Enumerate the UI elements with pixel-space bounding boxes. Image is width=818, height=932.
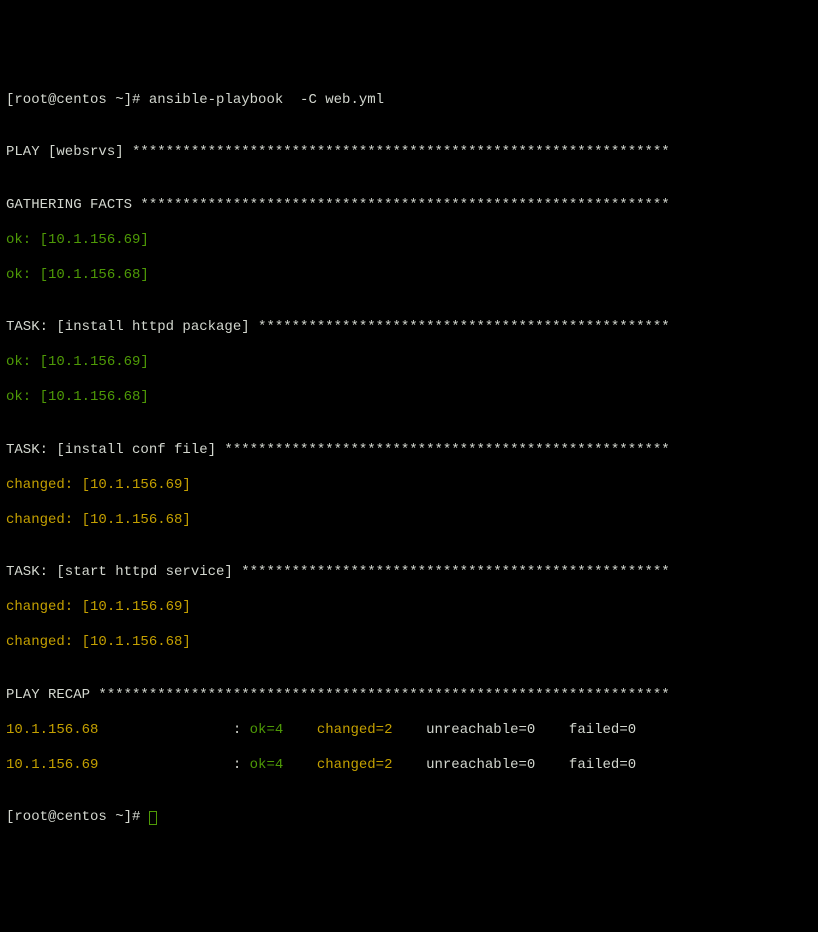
shell-prompt: [root@centos ~]# bbox=[6, 92, 149, 108]
recap-ok: ok=4 bbox=[250, 757, 309, 773]
recap-ok: ok=4 bbox=[250, 722, 309, 738]
prompt-line[interactable]: [root@centos ~]# bbox=[6, 809, 812, 827]
recap-row: 10.1.156.69 : ok=4 changed=2 unreachable… bbox=[6, 757, 812, 775]
ok-result: ok: [10.1.156.68] bbox=[6, 389, 812, 407]
gathering-facts-header: GATHERING FACTS ************************… bbox=[6, 197, 812, 215]
command-line: [root@centos ~]# ansible-playbook -C web… bbox=[6, 92, 812, 110]
recap-colon: : bbox=[224, 722, 249, 738]
recap-rest: unreachable=0 failed=0 bbox=[418, 757, 662, 773]
recap-colon: : bbox=[224, 757, 249, 773]
terminal-output: [root@centos ~]# ansible-playbook -C web… bbox=[6, 74, 812, 844]
changed-result: changed: [10.1.156.68] bbox=[6, 512, 812, 530]
recap-changed: changed=2 bbox=[308, 757, 417, 773]
changed-result: changed: [10.1.156.68] bbox=[6, 634, 812, 652]
ok-result: ok: [10.1.156.68] bbox=[6, 267, 812, 285]
shell-prompt: [root@centos ~]# bbox=[6, 809, 149, 825]
cursor-icon bbox=[149, 811, 157, 825]
recap-rest: unreachable=0 failed=0 bbox=[418, 722, 662, 738]
changed-result: changed: [10.1.156.69] bbox=[6, 599, 812, 617]
recap-changed: changed=2 bbox=[308, 722, 417, 738]
task-header: TASK: [start httpd service] ************… bbox=[6, 564, 812, 582]
recap-header: PLAY RECAP *****************************… bbox=[6, 687, 812, 705]
task-header: TASK: [install conf file] **************… bbox=[6, 442, 812, 460]
task-header: TASK: [install httpd package] **********… bbox=[6, 319, 812, 337]
ok-result: ok: [10.1.156.69] bbox=[6, 354, 812, 372]
ok-result: ok: [10.1.156.69] bbox=[6, 232, 812, 250]
recap-host: 10.1.156.69 bbox=[6, 757, 224, 773]
changed-result: changed: [10.1.156.69] bbox=[6, 477, 812, 495]
command-text: ansible-playbook -C web.yml bbox=[149, 92, 384, 108]
play-header: PLAY [websrvs] *************************… bbox=[6, 144, 812, 162]
recap-host: 10.1.156.68 bbox=[6, 722, 224, 738]
recap-row: 10.1.156.68 : ok=4 changed=2 unreachable… bbox=[6, 722, 812, 740]
